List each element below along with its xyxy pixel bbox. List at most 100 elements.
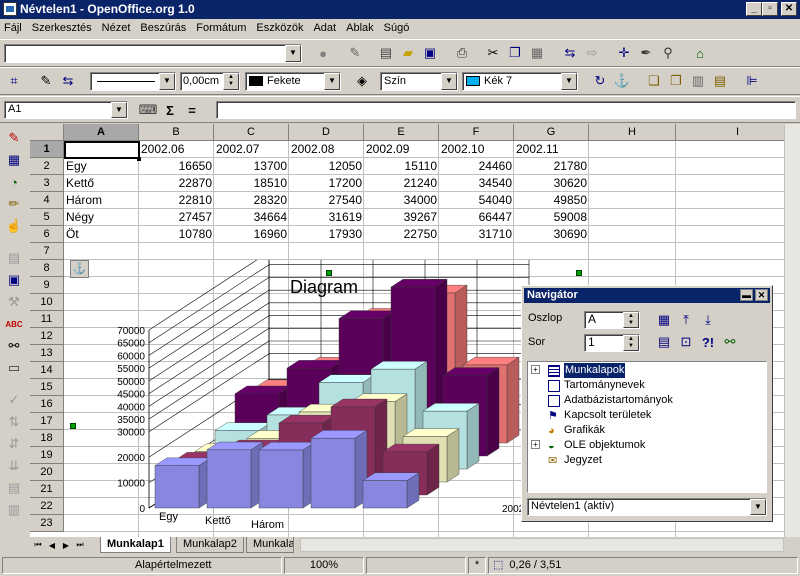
row-header[interactable]: 6 (30, 226, 64, 243)
row-input[interactable]: 1 ▲ ▼ (584, 334, 640, 352)
header-cell[interactable]: 2002.09 (364, 141, 439, 158)
value-cell[interactable]: 49850 (514, 192, 589, 209)
row-header[interactable]: 10 (30, 294, 64, 311)
column-header-h[interactable]: H (589, 124, 676, 141)
column-header-i[interactable]: I (676, 124, 800, 141)
column-header-d[interactable]: D (289, 124, 364, 141)
row-header[interactable]: 2 (30, 158, 64, 175)
line-style-select[interactable]: ▼ (90, 72, 176, 91)
menu-window[interactable]: Ablak (342, 19, 378, 37)
row-header[interactable]: 19 (30, 447, 64, 464)
value-cell[interactable]: 16650 (139, 158, 214, 175)
document-dropdown[interactable]: ▼ (750, 499, 766, 515)
tree-item-sheets[interactable]: Munkalapok (548, 363, 626, 378)
row-header[interactable]: 17 (30, 413, 64, 430)
row-header[interactable]: 9 (30, 277, 64, 294)
value-cell[interactable]: 31710 (439, 226, 514, 243)
tree-item-graphics[interactable]: ◕ Grafikák (548, 423, 605, 438)
header-cell[interactable]: 2002.08 (289, 141, 364, 158)
next-sheet-icon[interactable]: ▶ (60, 537, 72, 553)
maximize-button[interactable]: ▫ (762, 2, 778, 16)
active-cell-cursor[interactable] (64, 141, 140, 159)
value-cell[interactable]: 13700 (214, 158, 289, 175)
menu-help[interactable]: Súgó (380, 19, 414, 37)
line-width-input[interactable]: 0,00cm ▲ ▼ (180, 72, 240, 91)
drag-mode-icon[interactable]: ⚯ (720, 332, 740, 352)
row-header[interactable]: 4 (30, 192, 64, 209)
value-cell[interactable]: 30620 (514, 175, 589, 192)
value-cell[interactable]: 66447 (439, 209, 514, 226)
line-color-dropdown[interactable]: ▼ (324, 73, 340, 90)
row-header[interactable]: 7 (30, 243, 64, 260)
send-back-icon[interactable]: ❐ (666, 71, 686, 91)
tree-item-notes[interactable]: ✉ Jegyzet (548, 453, 602, 468)
label-cell[interactable]: Kettő (64, 175, 139, 192)
spellcheck-icon[interactable]: ABC (4, 314, 24, 334)
fill-mode-select[interactable]: Szín ▼ (380, 72, 458, 91)
name-box[interactable]: A1 ▼ (4, 101, 128, 119)
label-cell[interactable]: Öt (64, 226, 139, 243)
undo-icon[interactable]: ⇆ (560, 43, 580, 63)
row-header[interactable]: 8 (30, 260, 64, 277)
copy-icon[interactable]: ❐ (505, 43, 525, 63)
column-header-c[interactable]: C (214, 124, 289, 141)
scenarios-icon[interactable]: ?! (698, 332, 718, 352)
select-all-corner[interactable] (30, 124, 64, 141)
sort-ascending-icon[interactable]: ⇅ (4, 412, 24, 432)
value-cell[interactable]: 22810 (139, 192, 214, 209)
cut-icon[interactable]: ✂ (483, 43, 503, 63)
paste-icon[interactable]: ▦ (527, 43, 547, 63)
value-cell[interactable]: 22870 (139, 175, 214, 192)
to-foreground-icon[interactable]: ▤ (710, 71, 730, 91)
end-icon[interactable]: ⤓ (698, 310, 718, 330)
save-icon[interactable]: ▣ (420, 43, 440, 63)
points-icon[interactable]: ⌗ (4, 71, 24, 91)
data-range-icon[interactable]: ▦ (654, 310, 674, 330)
tree-item-ole-objects[interactable]: ◒ OLE objektumok (548, 438, 645, 453)
autoformat-icon[interactable]: ▤ (4, 248, 24, 268)
fill-color-select[interactable]: Kék 7 ▼ (462, 72, 578, 91)
fill-handle[interactable] (137, 157, 141, 161)
start-icon[interactable]: ⤒ (676, 310, 696, 330)
sort-icon[interactable]: ✓ (4, 390, 24, 410)
column-input[interactable]: A ▲ ▼ (584, 311, 640, 329)
value-cell[interactable]: 10780 (139, 226, 214, 243)
vertical-scrollbar[interactable] (784, 124, 800, 537)
insert-mode-status[interactable] (366, 557, 466, 574)
prev-sheet-icon[interactable]: ◀ (46, 537, 58, 553)
new-document-icon[interactable]: ▤ (376, 43, 396, 63)
menu-data[interactable]: Adat (309, 19, 340, 37)
menu-edit[interactable]: Szerkesztés (28, 19, 96, 37)
tree-item-database-ranges[interactable]: Adatbázistartományok (548, 393, 673, 408)
url-dropdown-button[interactable]: ▼ (285, 45, 301, 62)
line-color-select[interactable]: Fekete ▼ (245, 72, 341, 91)
header-cell[interactable]: 2002.07 (214, 141, 289, 158)
row-header[interactable]: 3 (30, 175, 64, 192)
row-header[interactable]: 12 (30, 328, 64, 345)
name-box-dropdown[interactable]: ▼ (111, 102, 127, 118)
menu-view[interactable]: Nézet (98, 19, 135, 37)
menu-format[interactable]: Formátum (192, 19, 250, 37)
to-background-icon[interactable]: ▥ (688, 71, 708, 91)
value-cell[interactable]: 30690 (514, 226, 589, 243)
line-width-spin[interactable]: ▲ ▼ (223, 73, 239, 90)
value-cell[interactable]: 18510 (214, 175, 289, 192)
contents-icon[interactable]: ▤ (654, 332, 674, 352)
menu-file[interactable]: Fájl (0, 19, 26, 37)
row-header[interactable]: 21 (30, 481, 64, 498)
sort-descending-icon[interactable]: ⇵ (4, 434, 24, 454)
value-cell[interactable]: 21780 (514, 158, 589, 175)
value-cell[interactable]: 24460 (439, 158, 514, 175)
expand-icon[interactable]: + (531, 440, 540, 449)
value-cell[interactable]: 27457 (139, 209, 214, 226)
last-sheet-icon[interactable]: ⏭ (74, 537, 86, 553)
column-header-a[interactable]: A (64, 124, 139, 141)
value-cell[interactable]: 17200 (289, 175, 364, 192)
gallery-icon[interactable]: ⌂ (690, 43, 710, 63)
stop-icon[interactable]: ● (313, 43, 333, 63)
tree-item-linked-areas[interactable]: ⚑ Kapcsolt területek (548, 408, 651, 423)
autofilter-icon[interactable]: ⇊ (4, 456, 24, 476)
tab-sheet1[interactable]: Munkalap1 (100, 537, 171, 553)
row-header[interactable]: 13 (30, 345, 64, 362)
sum-icon[interactable]: Σ (160, 100, 180, 120)
